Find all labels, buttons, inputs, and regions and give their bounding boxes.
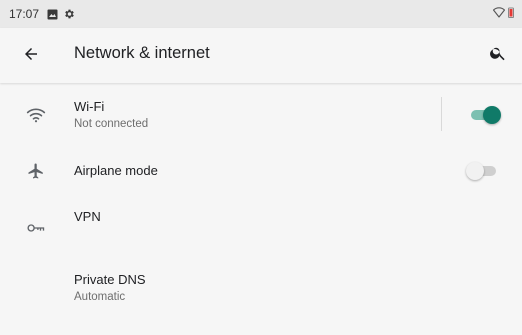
page-title: Network & internet [74, 44, 210, 62]
wifi-title: Wi-Fi [74, 99, 105, 114]
wifi-divider [441, 97, 442, 131]
gear-icon [63, 8, 75, 20]
wifi-summary: Not connected [74, 118, 149, 130]
search-icon [489, 44, 507, 67]
airplane-mode-title: Airplane mode [74, 163, 158, 178]
search-button[interactable] [486, 43, 510, 67]
vpn-row[interactable]: VPN [0, 201, 522, 241]
airplane-mode-toggle[interactable] [466, 162, 500, 180]
back-button[interactable] [18, 43, 44, 69]
status-bar: 17:07 [0, 0, 522, 28]
private-dns-summary: Automatic [74, 291, 126, 303]
airplane-mode-row[interactable]: Airplane mode [0, 151, 522, 191]
image-notification-icon [47, 9, 58, 20]
vpn-title: VPN [74, 209, 101, 224]
app-bar: Network & internet [0, 28, 522, 83]
wifi-toggle[interactable] [469, 106, 503, 124]
wifi-icon [24, 103, 48, 127]
airplane-icon [24, 159, 48, 183]
key-icon [24, 216, 48, 240]
private-dns-title: Private DNS [74, 272, 146, 287]
status-time: 17:07 [9, 7, 40, 21]
wifi-outline-icon [492, 7, 506, 21]
wifi-setting-row[interactable]: Wi-Fi Not connected [0, 83, 522, 145]
private-dns-row[interactable]: Private DNS Automatic [0, 263, 522, 313]
arrow-back-icon [22, 45, 40, 68]
battery-low-icon [508, 7, 514, 21]
